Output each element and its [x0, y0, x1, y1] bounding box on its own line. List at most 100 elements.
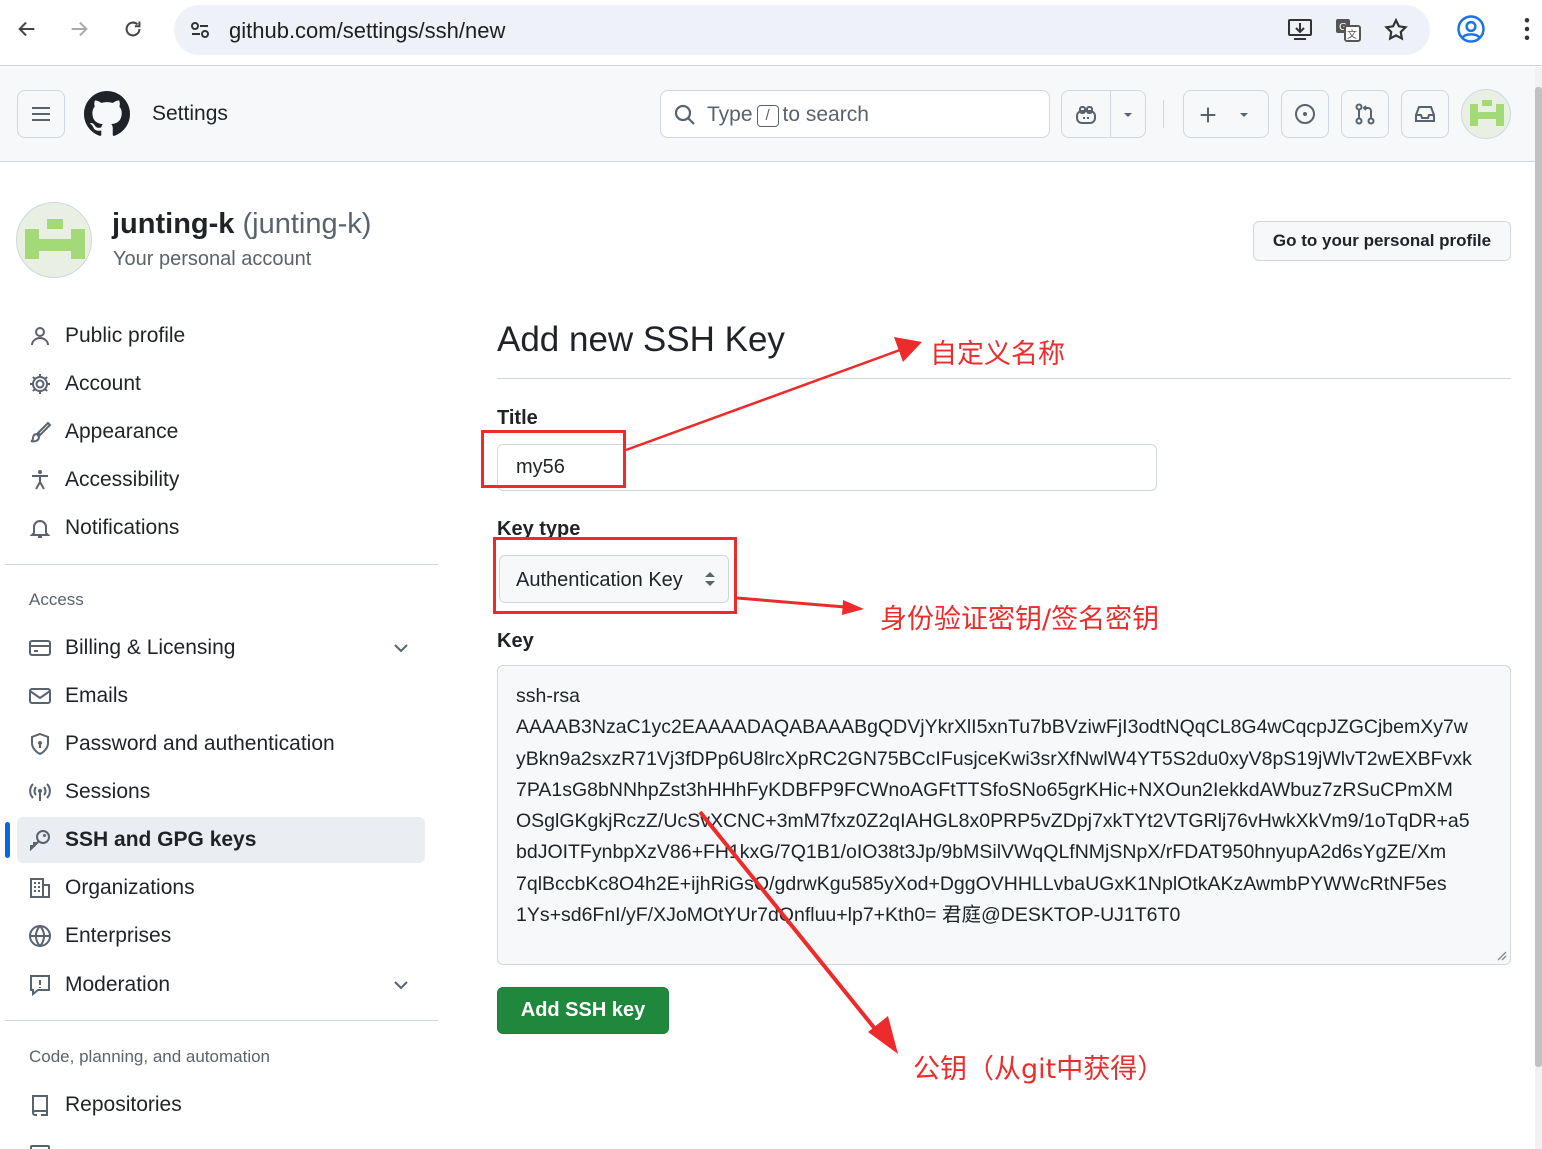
arrow-left-icon: [18, 21, 35, 37]
sidebar-item-sessions[interactable]: Sessions: [17, 769, 425, 815]
issue-opened-icon: [1295, 104, 1315, 124]
mail-icon: [29, 688, 51, 704]
report-icon: [30, 975, 50, 997]
sidebar-item-appearance[interactable]: Appearance: [17, 409, 425, 455]
user-avatar[interactable]: [1461, 89, 1511, 139]
annotation-box-key-type: [493, 537, 737, 614]
inbox-button[interactable]: [1401, 90, 1449, 138]
sidebar-item-repositories[interactable]: Repositories: [17, 1082, 425, 1128]
sidebar-item-password-authentication[interactable]: Password and authentication: [17, 721, 425, 767]
title-divider: [497, 378, 1511, 379]
search-placeholder-before: Type: [707, 103, 753, 126]
translate-icon[interactable]: G文: [1334, 17, 1362, 43]
install-app-icon[interactable]: [1286, 17, 1314, 43]
person-icon: [31, 327, 49, 346]
gear-icon: [30, 374, 50, 394]
create-new-button[interactable]: [1183, 90, 1269, 138]
sidebar-item-ssh-gpg-keys[interactable]: SSH and GPG keys: [17, 817, 425, 863]
sidebar-item-moderation[interactable]: Moderation: [17, 962, 425, 1008]
resize-handle-icon[interactable]: [1495, 949, 1507, 961]
account-name[interactable]: junting-k (junting-k): [112, 208, 371, 241]
sidebar-item-account[interactable]: Account: [17, 361, 425, 407]
title-label: Title: [497, 407, 538, 429]
copilot-button[interactable]: [1061, 90, 1146, 138]
plus-icon: [1200, 107, 1216, 123]
account-avatar: [16, 202, 92, 278]
shield-lock-icon: [31, 732, 49, 756]
sidebar-item-label: Appearance: [65, 420, 179, 443]
chevron-down-icon[interactable]: [389, 973, 413, 997]
sidebar-item-label: Public profile: [65, 324, 186, 347]
chevron-down-icon[interactable]: [389, 636, 413, 660]
sidebar-item-label: Organizations: [65, 876, 195, 899]
scrollbar-thumb[interactable]: [1535, 87, 1542, 1067]
sidebar-item-label: Sessions: [65, 780, 151, 803]
identicon-icon: [1470, 100, 1504, 126]
form-title: Add new SSH Key: [497, 320, 785, 359]
site-settings-icon[interactable]: [188, 18, 212, 42]
key-line: 7qlBccbKc8O4h2E+ijhRiGsO/gdrwKgu585yXod+…: [516, 872, 1447, 895]
sidebar-item-emails[interactable]: Emails: [17, 673, 425, 719]
search-input[interactable]: Type / to search: [660, 90, 1050, 138]
sidebar-item-label: Moderation: [65, 973, 171, 996]
copilot-divider: [1110, 91, 1111, 137]
github-logo-icon[interactable]: [84, 91, 130, 137]
profile-button[interactable]: [1456, 14, 1486, 44]
sidebar-item-organizations[interactable]: Organizations: [17, 865, 425, 911]
sidebar-heading-access: Access: [29, 590, 84, 609]
paintbrush-icon: [30, 421, 52, 443]
issues-button[interactable]: [1281, 90, 1329, 138]
account-subtitle: Your personal account: [113, 248, 312, 270]
forward-button[interactable]: [64, 14, 94, 44]
address-bar[interactable]: github.com/settings/ssh/new G文: [174, 5, 1430, 55]
sidebar-item-public-profile[interactable]: Public profile: [17, 313, 425, 359]
sidebar-item-label: Password and authentication: [65, 732, 335, 755]
git-pull-request-icon: [1355, 103, 1375, 125]
accessibility-icon: [32, 470, 48, 490]
globe-icon: [29, 924, 51, 948]
go-to-profile-button[interactable]: Go to your personal profile: [1253, 221, 1511, 261]
reload-button[interactable]: [118, 14, 148, 44]
key-line: yBkn9a2sxzR71Vj3fDPp6U8lrcXpRC2GN75BCcIF…: [516, 747, 1472, 770]
page-title[interactable]: Settings: [152, 102, 228, 126]
annotation-title-note: 自定义名称: [930, 339, 1065, 370]
sidebar-item-label: Account: [65, 372, 141, 395]
more-vertical-icon: [1524, 18, 1530, 40]
back-button[interactable]: [12, 14, 42, 44]
annotation-key-type-note: 身份验证密钥/签名密钥: [880, 604, 1160, 635]
sidebar-item-label: Billing & Licensing: [65, 636, 236, 659]
key-line: 1Ys+sd6FnI/yF/XJoMOtYUr7dQnfluu+lp7+Kth0…: [516, 904, 1181, 927]
browser-menu-button[interactable]: [1512, 14, 1542, 44]
sidebar-item-billing[interactable]: Billing & Licensing: [17, 625, 425, 671]
account-circle-icon: [1457, 15, 1485, 43]
key-textarea[interactable]: ssh-rsa AAAAB3NzaC1yc2EAAAADAQABAAABgQDV…: [497, 665, 1511, 965]
annotation-box-title: [481, 430, 626, 488]
search-placeholder-after: to search: [782, 103, 869, 126]
sidebar-item-partial[interactable]: [17, 1132, 425, 1149]
page-scrollbar[interactable]: [1535, 67, 1542, 1149]
add-ssh-key-button[interactable]: Add SSH key: [497, 987, 669, 1034]
bell-icon: [29, 520, 51, 538]
menu-button[interactable]: [17, 90, 65, 138]
chevron-down-icon: [1240, 113, 1248, 117]
url-text[interactable]: github.com/settings/ssh/new: [229, 18, 505, 44]
sidebar-item-notifications[interactable]: Notifications: [17, 505, 425, 551]
sidebar-item-enterprises[interactable]: Enterprises: [17, 913, 425, 959]
header-divider: [1163, 100, 1164, 128]
account-username[interactable]: junting-k: [112, 208, 234, 240]
key-line: AAAAB3NzaC1yc2EAAAADAQABAAABgQDVjYkrXlI5…: [516, 716, 1468, 739]
star-icon[interactable]: [1382, 17, 1410, 43]
key-line: 7PA1sG8bNNhpZst3hHHhFyKDBFP9FCWnoAGFtTTS…: [516, 778, 1453, 801]
broadcast-icon: [29, 783, 51, 801]
key-icon: [30, 830, 50, 852]
key-line: bdJOITFynbpXzV86+FH1kxG/7Q1B1/oIO38t3Jp/…: [516, 841, 1447, 864]
sidebar-item-label: Emails: [65, 684, 129, 707]
github-header: Settings Type / to search: [0, 67, 1535, 162]
arrow-right-icon: [71, 21, 88, 37]
sidebar-item-label: Enterprises: [65, 924, 172, 947]
chevron-down-icon[interactable]: [1120, 107, 1136, 123]
sidebar-item-accessibility[interactable]: Accessibility: [17, 457, 425, 503]
annotation-arrow-key-type: [736, 596, 864, 615]
sidebar-heading-code: Code, planning, and automation: [29, 1047, 271, 1066]
pull-requests-button[interactable]: [1341, 90, 1389, 138]
